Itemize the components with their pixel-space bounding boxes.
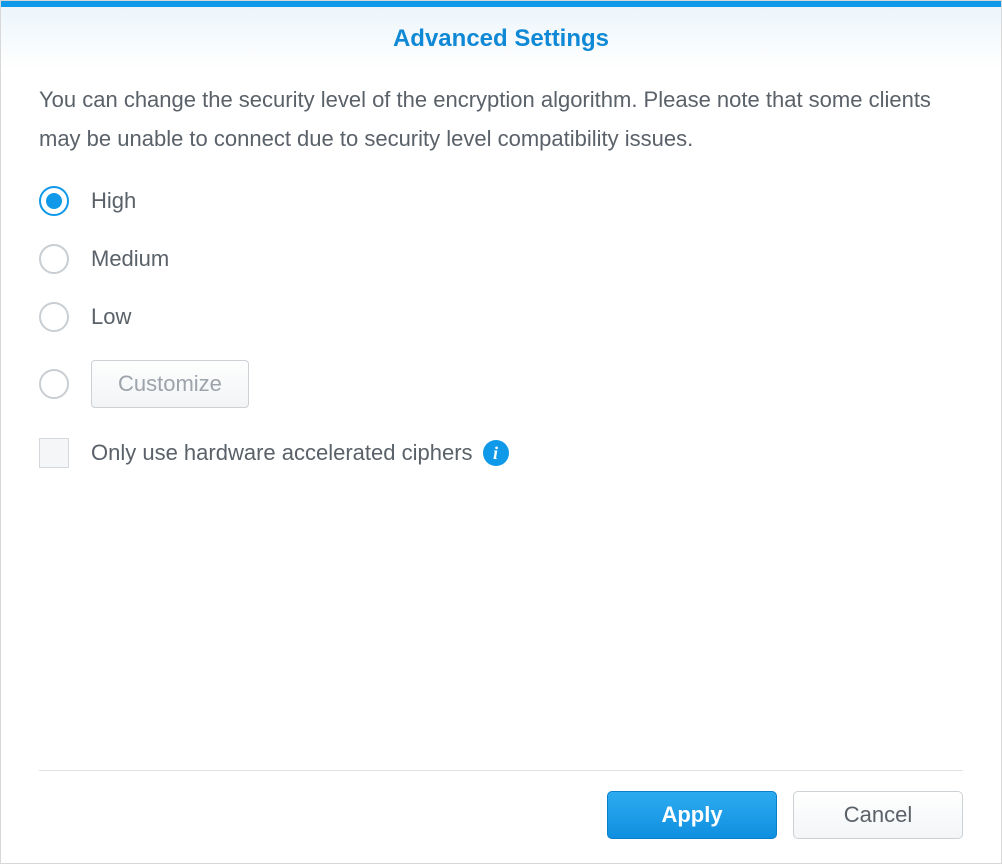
apply-button[interactable]: Apply <box>607 791 777 839</box>
security-level-group: High Medium Low Customize <box>39 186 963 408</box>
advanced-settings-dialog: Advanced Settings You can change the sec… <box>0 0 1002 864</box>
description-text: You can change the security level of the… <box>39 81 963 158</box>
hardware-cipher-label-text: Only use hardware accelerated ciphers <box>91 440 473 466</box>
radio-row-low[interactable]: Low <box>39 302 963 332</box>
radio-customize[interactable] <box>39 369 69 399</box>
hardware-cipher-row[interactable]: Only use hardware accelerated ciphers i <box>39 438 963 468</box>
hardware-cipher-label: Only use hardware accelerated ciphers i <box>91 440 509 466</box>
info-icon[interactable]: i <box>483 440 509 466</box>
customize-button[interactable]: Customize <box>91 360 249 408</box>
radio-label-high: High <box>91 188 136 214</box>
cancel-button[interactable]: Cancel <box>793 791 963 839</box>
radio-row-customize[interactable]: Customize <box>39 360 963 408</box>
radio-row-medium[interactable]: Medium <box>39 244 963 274</box>
dialog-content: You can change the security level of the… <box>1 69 1001 770</box>
hardware-cipher-checkbox[interactable] <box>39 438 69 468</box>
dialog-title: Advanced Settings <box>1 25 1001 53</box>
radio-label-low: Low <box>91 304 131 330</box>
radio-medium[interactable] <box>39 244 69 274</box>
radio-row-high[interactable]: High <box>39 186 963 216</box>
radio-low[interactable] <box>39 302 69 332</box>
radio-label-medium: Medium <box>91 246 169 272</box>
dialog-header: Advanced Settings <box>1 7 1001 69</box>
radio-high[interactable] <box>39 186 69 216</box>
dialog-footer: Apply Cancel <box>39 770 963 863</box>
